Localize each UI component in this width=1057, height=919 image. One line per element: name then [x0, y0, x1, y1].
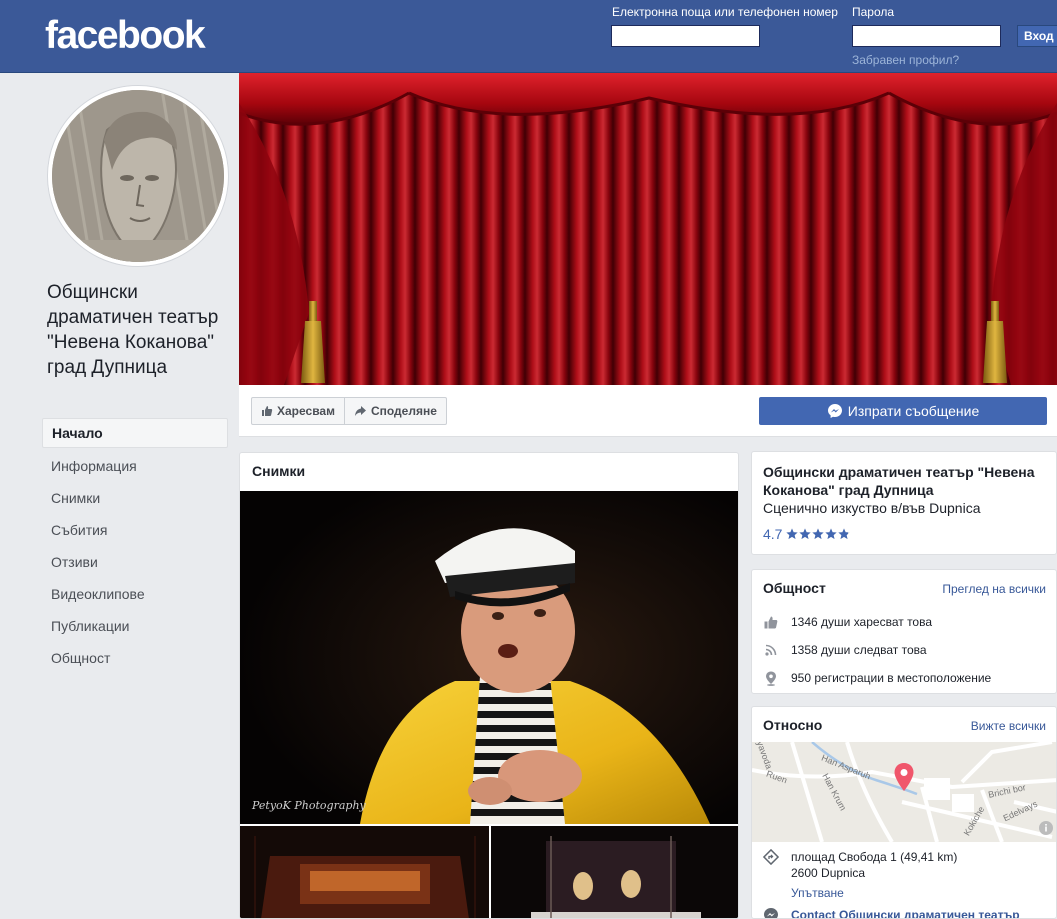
- location-map[interactable]: yavoda Ruen Han Asparuh Han Krum Brichi …: [752, 742, 1056, 842]
- page-nav: Начало Информация Снимки Събития Отзиви …: [42, 418, 228, 674]
- photo-actor-sailor[interactable]: PetyoK Photography: [240, 491, 738, 824]
- address-row: площад Свобода 1 (49,41 km) 2600 Dupnica…: [762, 848, 958, 901]
- cover-photo[interactable]: [239, 73, 1057, 385]
- facebook-logo[interactable]: facebook: [45, 14, 206, 58]
- page-action-bar: Харесвам Споделяне Изпрати съобщение: [239, 385, 1057, 437]
- share-label: Споделяне: [370, 404, 437, 418]
- page-title: Общински драматичен театър "Невена Кокан…: [47, 282, 219, 378]
- profile-picture[interactable]: [48, 86, 228, 266]
- nav-item-photos[interactable]: Снимки: [42, 482, 228, 514]
- like-button[interactable]: Харесвам: [252, 398, 344, 424]
- page-info-card: Общински драматичен театър "Невена Кокан…: [751, 451, 1057, 555]
- map-info-icon[interactable]: [1038, 820, 1054, 836]
- nav-item-videos[interactable]: Видеоклипове: [42, 578, 228, 610]
- nav-item-reviews[interactable]: Отзиви: [42, 546, 228, 578]
- curtain-image: [239, 73, 1057, 385]
- page-category[interactable]: Сценично изкуство в/във Dupnica: [763, 500, 981, 516]
- community-title[interactable]: Общност: [763, 580, 826, 596]
- rating-value: 4.7: [763, 526, 783, 542]
- messenger-icon: [827, 404, 842, 418]
- directions-diamond-icon: [762, 848, 780, 866]
- photos-card-title[interactable]: Снимки: [252, 463, 305, 479]
- community-see-all-link[interactable]: Преглед на всички: [942, 582, 1046, 596]
- photo-theatre-hall[interactable]: [240, 826, 489, 918]
- photo-stage-scene[interactable]: [491, 826, 738, 918]
- forgot-account-link[interactable]: Забравен профил?: [852, 53, 959, 67]
- photos-card: Снимки PetyoK Photography: [239, 452, 739, 919]
- nav-item-posts[interactable]: Публикации: [42, 610, 228, 642]
- theatre-hall-image: [240, 826, 489, 918]
- follows-count-text: 1358 души следват това: [791, 643, 927, 657]
- likes-stat: 1346 души харесват това: [763, 612, 932, 632]
- about-see-all-link[interactable]: Вижте всички: [971, 719, 1046, 733]
- send-message-button[interactable]: Изпрати съобщение: [759, 397, 1047, 425]
- follows-stat: 1358 души следват това: [763, 640, 927, 660]
- share-arrow-icon: [354, 406, 366, 416]
- nav-item-events[interactable]: Събития: [42, 514, 228, 546]
- password-label: Парола: [852, 5, 895, 19]
- checkins-count-text: 950 регистрации в местоположение: [791, 671, 992, 685]
- thumbs-up-icon: [262, 406, 273, 416]
- nav-item-info[interactable]: Информация: [42, 450, 228, 482]
- like-label: Харесвам: [277, 404, 335, 418]
- photo-watermark: PetyoK Photography: [252, 799, 366, 812]
- send-message-label: Изпрати съобщение: [847, 403, 980, 419]
- nav-item-community[interactable]: Общност: [42, 642, 228, 674]
- likes-count-text: 1346 души харесват това: [791, 615, 933, 629]
- rating-stars-icon: [786, 528, 851, 539]
- relief-portrait-image: [52, 90, 224, 262]
- community-card: Общност Преглед на всички 1346 души харе…: [751, 569, 1057, 694]
- about-card: Относно Вижте всички yavoda Ruen Han Asp…: [751, 706, 1057, 919]
- email-input[interactable]: [611, 25, 760, 47]
- stage-scene-image: [491, 826, 738, 918]
- page-rating[interactable]: 4.7: [763, 526, 852, 542]
- map-pin-icon: [894, 763, 914, 791]
- about-title[interactable]: Относно: [763, 717, 822, 733]
- location-pin-icon: [766, 671, 776, 686]
- email-label: Електронна поща или телефонен номер: [612, 5, 838, 19]
- like-share-group: Харесвам Споделяне: [251, 397, 447, 425]
- contact-link[interactable]: Contact Общински драматичен театър: [791, 907, 1020, 918]
- directions-link[interactable]: Упътване: [791, 885, 957, 901]
- top-bar: facebook Електронна поща или телефонен н…: [0, 0, 1057, 73]
- thumbs-up-icon: [764, 616, 778, 628]
- login-button[interactable]: Вход: [1017, 25, 1057, 47]
- checkins-stat: 950 регистрации в местоположение: [763, 668, 991, 688]
- contact-row: Contact Общински драматичен театър: [763, 907, 1020, 918]
- password-input[interactable]: [852, 25, 1001, 47]
- address-line2: 2600 Dupnica: [791, 866, 866, 880]
- nav-item-home[interactable]: Начало: [42, 418, 228, 448]
- address-line1: площад Свобода 1 (49,41 km): [791, 850, 958, 864]
- messenger-contact-icon: [764, 908, 778, 918]
- rss-follow-icon: [765, 644, 777, 656]
- actor-photo-image: [240, 491, 738, 824]
- share-button[interactable]: Споделяне: [343, 398, 446, 424]
- info-page-name[interactable]: Общински драматичен театър "Невена Кокан…: [763, 463, 1048, 499]
